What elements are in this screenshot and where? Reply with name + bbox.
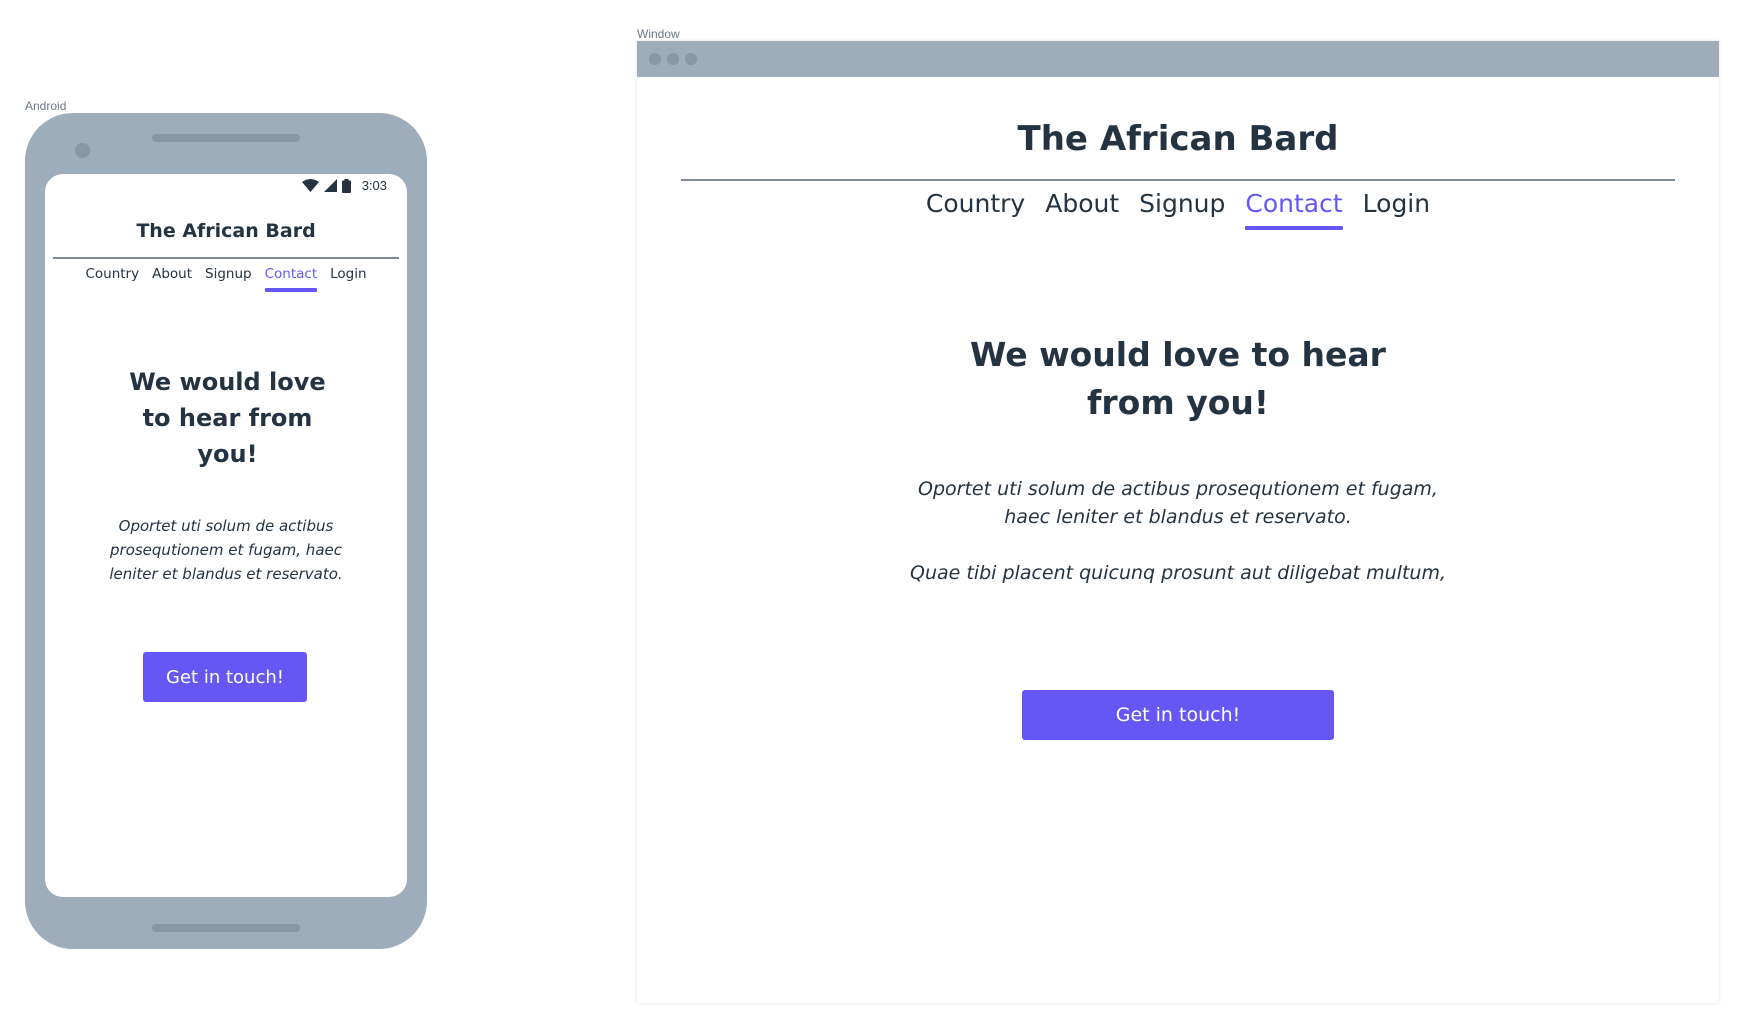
- body-line: leniter et blandus et reservato.: [109, 565, 343, 583]
- window-controls: [649, 53, 697, 65]
- close-dot-icon[interactable]: [649, 53, 661, 65]
- main-nav: Country About Signup Contact Login: [45, 266, 407, 292]
- nav-contact[interactable]: Contact: [264, 266, 317, 292]
- body-line: Oportet uti solum de actibus proseqution…: [918, 478, 1438, 500]
- body-line: haec leniter et blandus et reservato.: [1004, 506, 1352, 528]
- android-frame-label: Android: [25, 99, 67, 113]
- contact-body-text: Oportet uti solum de actibus proseqution…: [637, 475, 1719, 587]
- contact-heading: We would love to hear from you!: [125, 364, 330, 472]
- window-titlebar[interactable]: [637, 41, 1719, 77]
- heading-line: from you!: [1087, 383, 1269, 422]
- android-screen: 3:03 The African Bard Country About Sign…: [45, 174, 407, 897]
- nav-signup[interactable]: Signup: [1139, 189, 1225, 230]
- android-device-frame: 3:03 The African Bard Country About Sign…: [25, 113, 427, 949]
- phone-home-bar: [152, 924, 300, 932]
- desktop-window: The African Bard Country About Signup Co…: [637, 41, 1719, 1003]
- nav-about[interactable]: About: [152, 266, 192, 292]
- header-divider: [681, 179, 1675, 181]
- nav-about[interactable]: About: [1045, 189, 1119, 230]
- nav-country[interactable]: Country: [85, 266, 139, 292]
- cellular-signal-icon: [323, 179, 337, 192]
- heading-line: you!: [197, 440, 258, 468]
- contact-body-text: Oportet uti solum de actibus proseqution…: [87, 514, 365, 586]
- nav-login[interactable]: Login: [330, 266, 366, 292]
- nav-signup[interactable]: Signup: [205, 266, 252, 292]
- site-title: The African Bard: [136, 220, 316, 242]
- body-paragraph: Oportet uti solum de actibus proseqution…: [637, 475, 1719, 531]
- phone-speaker: [152, 134, 300, 142]
- get-in-touch-button[interactable]: Get in touch!: [1022, 690, 1334, 740]
- phone-camera: [75, 143, 90, 158]
- android-status-bar: 3:03: [301, 178, 387, 193]
- status-time: 3:03: [361, 178, 387, 193]
- nav-contact[interactable]: Contact: [1245, 189, 1343, 230]
- body-line: Oportet uti solum de actibus: [118, 517, 334, 535]
- heading-line: We would love to hear: [970, 335, 1386, 374]
- heading-line: to hear from: [142, 404, 313, 432]
- header-divider: [53, 257, 399, 259]
- site-title: The African Bard: [1017, 119, 1339, 159]
- nav-country[interactable]: Country: [926, 189, 1025, 230]
- wifi-icon: [301, 179, 319, 192]
- nav-login[interactable]: Login: [1363, 189, 1430, 230]
- heading-line: We would love: [129, 368, 326, 396]
- maximize-dot-icon[interactable]: [685, 53, 697, 65]
- get-in-touch-button[interactable]: Get in touch!: [143, 652, 307, 702]
- battery-icon: [341, 178, 351, 193]
- minimize-dot-icon[interactable]: [667, 53, 679, 65]
- body-paragraph: Quae tibi placent quicunq prosunt aut di…: [910, 562, 1446, 584]
- contact-heading: We would love to hear from you!: [637, 331, 1719, 427]
- window-frame-label: Window: [637, 27, 680, 41]
- main-nav: Country About Signup Contact Login: [637, 189, 1719, 230]
- body-line: prosequtionem et fugam, haec: [110, 541, 342, 559]
